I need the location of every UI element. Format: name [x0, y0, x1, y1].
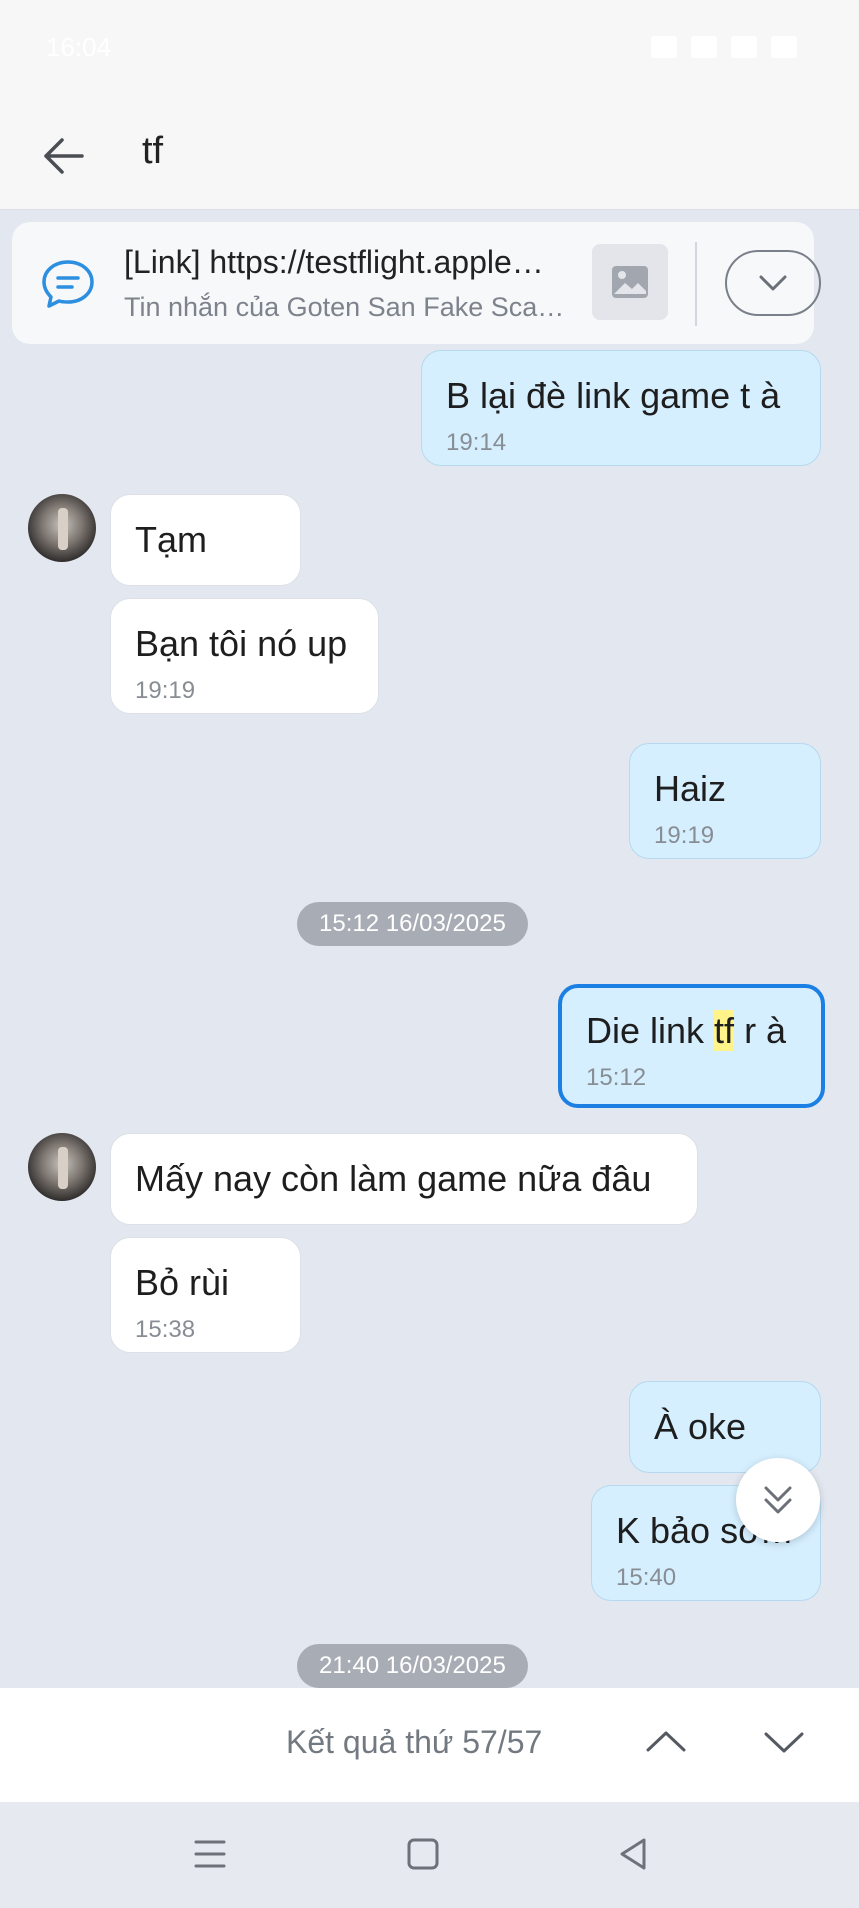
- home-square-icon: [407, 1838, 439, 1870]
- pinned-subtitle: Tin nhắn của Goten San Fake Sca…: [124, 292, 565, 322]
- search-highlight: tf: [714, 1010, 735, 1051]
- message-text: Bỏ rùi: [135, 1262, 230, 1303]
- search-result-bar: Kết quả thứ 57/57: [0, 1688, 859, 1802]
- message-text: Tạm: [135, 519, 207, 560]
- back-triangle-icon: [620, 1838, 646, 1870]
- message-icon: [42, 260, 94, 308]
- message-time: 15:40: [616, 1564, 677, 1591]
- search-header: tf: [0, 100, 859, 210]
- image-thumbnail[interactable]: [592, 244, 668, 320]
- search-result-count: Kết quả thứ 57/57: [286, 1724, 543, 1760]
- message-time: 19:14: [446, 429, 507, 456]
- expand-button[interactable]: [725, 250, 821, 316]
- status-time: 16:04: [46, 32, 112, 62]
- chevron-down-icon: [764, 1732, 804, 1753]
- previous-result-button[interactable]: [640, 1716, 692, 1768]
- menu-icon: [194, 1840, 226, 1868]
- wifi-icon: [691, 36, 717, 58]
- message-text: Bạn tôi nó up: [135, 623, 348, 664]
- chevron-down-icon: [759, 275, 787, 291]
- avatar[interactable]: [28, 494, 96, 562]
- battery-icon: [771, 36, 797, 58]
- system-nav-bar: [0, 1802, 859, 1908]
- message-text: À oke: [654, 1406, 747, 1447]
- message-bubble-outgoing[interactable]: Haiz 19:19: [629, 743, 821, 859]
- next-result-button[interactable]: [758, 1716, 810, 1768]
- message-bubble-outgoing-highlighted[interactable]: Die link tf r à 15:12: [558, 984, 825, 1108]
- message-bubble-outgoing[interactable]: B lại đè link game t à 19:14: [421, 350, 821, 466]
- pinned-message-bar[interactable]: [Link] https://testflight.apple… Tin nhắ…: [12, 222, 821, 344]
- message-text: Haiz: [654, 768, 727, 809]
- message-time: 15:38: [135, 1316, 196, 1343]
- message-text: Mấy nay còn làm game nữa đâu: [135, 1158, 652, 1199]
- message-text: Die link tf r à: [586, 1010, 787, 1051]
- message-bubble-incoming[interactable]: Tạm: [110, 494, 301, 586]
- menu-button[interactable]: [188, 1832, 232, 1876]
- message-bubble-outgoing[interactable]: À oke: [629, 1381, 821, 1473]
- message-bubble-incoming[interactable]: Bỏ rùi 15:38: [110, 1237, 301, 1353]
- status-bar: 16:04: [0, 0, 859, 100]
- scroll-to-bottom-button[interactable]: [736, 1458, 820, 1542]
- double-chevron-down-icon: [764, 1486, 792, 1514]
- status-icons: [651, 36, 797, 58]
- date-separator: 15:12 16/03/2025: [297, 902, 528, 946]
- message-time: 15:12: [586, 1064, 647, 1091]
- back-button[interactable]: [34, 126, 94, 186]
- chevron-up-icon: [646, 1731, 686, 1752]
- avatar[interactable]: [28, 1133, 96, 1201]
- home-button[interactable]: [401, 1832, 445, 1876]
- pinned-title: [Link] https://testflight.apple…: [124, 244, 544, 280]
- message-time: 19:19: [135, 677, 196, 704]
- back-arrow-icon: [44, 138, 84, 174]
- message-bubble-incoming[interactable]: Bạn tôi nó up 19:19: [110, 598, 379, 714]
- divider: [695, 242, 697, 326]
- message-bubble-incoming[interactable]: Mấy nay còn làm game nữa đâu: [110, 1133, 698, 1225]
- message-text: B lại đè link game t à: [446, 375, 781, 416]
- date-separator: 21:40 16/03/2025: [297, 1644, 528, 1688]
- signal-icon: [731, 36, 757, 58]
- lock-icon: [651, 36, 677, 58]
- search-term: tf: [142, 130, 164, 172]
- image-icon: [612, 266, 648, 298]
- back-nav-button[interactable]: [612, 1832, 656, 1876]
- message-time: 19:19: [654, 822, 715, 849]
